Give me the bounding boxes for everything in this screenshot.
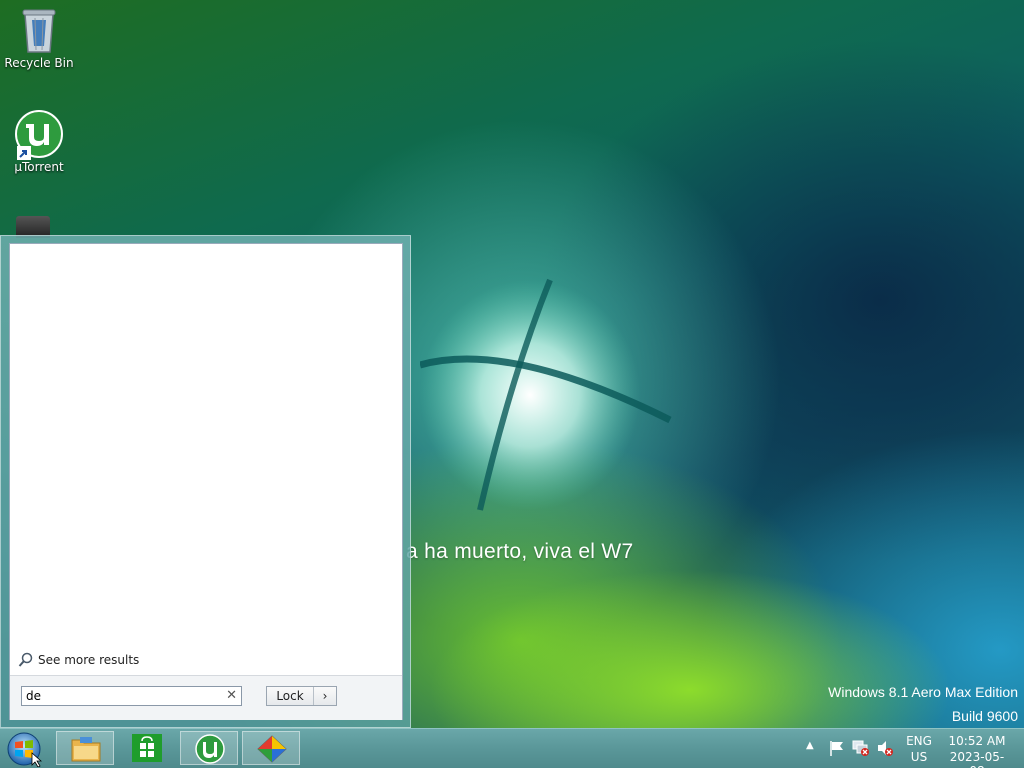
start-menu: See more results ✕ Lock › <box>0 235 411 728</box>
clock-time: 10:52 AM <box>948 734 1006 748</box>
action-center-flag-icon[interactable] <box>828 739 846 757</box>
taskbar-store[interactable] <box>118 731 176 765</box>
watermark-edition: Windows 8.1 Aero Max Edition <box>828 684 1018 700</box>
wallpaper-windows-logo <box>420 278 672 511</box>
lock-button-group: Lock › <box>266 686 337 706</box>
start-search-input[interactable] <box>22 687 216 705</box>
store-icon <box>132 734 162 762</box>
pinball-icon <box>257 735 287 763</box>
desktop-icon-recycle-bin[interactable]: Recycle Bin <box>0 6 79 70</box>
shutdown-options-arrow[interactable]: › <box>314 687 336 705</box>
see-more-results-link[interactable]: See more results <box>18 652 139 668</box>
shortcut-arrow-icon <box>17 146 31 160</box>
language-code: ENG <box>906 734 932 748</box>
desktop[interactable]: a ha muerto, viva el W7 Windows 8.1 Aero… <box>0 0 1024 728</box>
network-disconnected-icon[interactable] <box>852 739 870 757</box>
see-more-results-label: See more results <box>38 653 140 667</box>
watermark-build: Build 9600 <box>951 708 1018 724</box>
taskbar-pinball[interactable] <box>242 731 300 765</box>
taskbar-utorrent[interactable] <box>180 731 238 765</box>
start-search-area: ✕ Lock › <box>10 675 402 720</box>
magnifier-icon <box>18 652 33 667</box>
clock-date: 2023-05-08 <box>949 750 1005 778</box>
start-orb-icon[interactable] <box>6 731 42 767</box>
desktop-icon-utorrent[interactable]: µTorrent <box>0 110 79 174</box>
volume-muted-icon[interactable] <box>876 739 894 757</box>
tray-overflow-arrow-icon[interactable]: ▲ <box>806 740 814 751</box>
lock-button[interactable]: Lock <box>267 687 314 705</box>
start-search-box[interactable]: ✕ <box>21 686 242 706</box>
folder-icon <box>71 737 101 762</box>
language-indicator[interactable]: ENG US <box>900 733 938 765</box>
clear-icon[interactable]: ✕ <box>226 688 237 704</box>
wallpaper-caption: a ha muerto, viva el W7 <box>406 540 634 563</box>
start-menu-results-pane: See more results ✕ Lock › <box>9 243 403 720</box>
utorrent-icon <box>195 734 225 764</box>
desktop-icon-label: Recycle Bin <box>4 56 74 70</box>
desktop-icon-label: µTorrent <box>14 160 64 174</box>
clock[interactable]: 10:52 AM 2023-05-08 <box>944 733 1010 778</box>
recycle-bin-icon <box>22 9 56 53</box>
taskbar-file-explorer[interactable] <box>56 731 114 765</box>
taskbar: ▲ ENG US 10:52 AM 2023-05-08 <box>0 728 1024 778</box>
keyboard-layout: US <box>910 750 928 764</box>
